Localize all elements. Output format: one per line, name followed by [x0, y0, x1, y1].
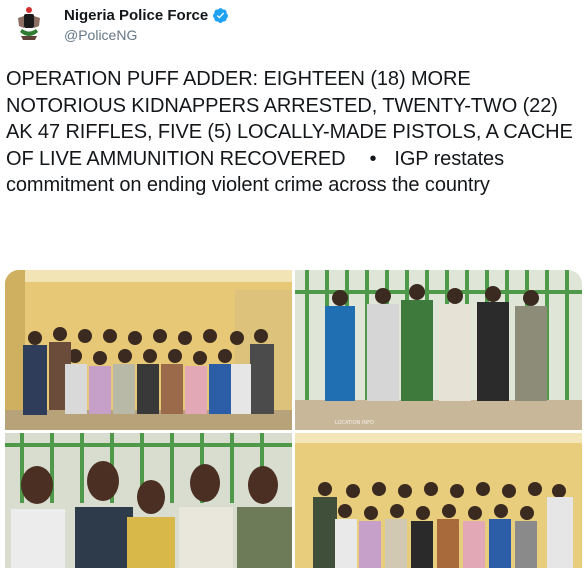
photo-2-caption: LOCATION INFO — [335, 420, 374, 426]
photo-3-closeup[interactable] — [5, 433, 292, 568]
author-row: Nigeria Police Force — [64, 7, 229, 24]
media-grid: LOCATION INFO — [5, 270, 582, 568]
avatar[interactable] — [6, 2, 52, 48]
verified-badge-icon — [213, 8, 229, 23]
police-crest-logo — [7, 3, 51, 47]
tweet-text: OPERATION PUFF ADDER: EIGHTEEN (18) MORE… — [6, 66, 584, 199]
author-name[interactable]: Nigeria Police Force — [64, 7, 208, 24]
author-handle[interactable]: @PoliceNG — [64, 27, 137, 43]
tweet-header: Nigeria Police Force @PoliceNG — [0, 0, 588, 56]
photo-1-group-indoor[interactable] — [5, 270, 292, 430]
photo-4-group-indoor[interactable] — [295, 433, 582, 568]
tweet-bullet: • — [369, 147, 377, 170]
photo-2-group-fence[interactable]: LOCATION INFO — [295, 270, 582, 430]
